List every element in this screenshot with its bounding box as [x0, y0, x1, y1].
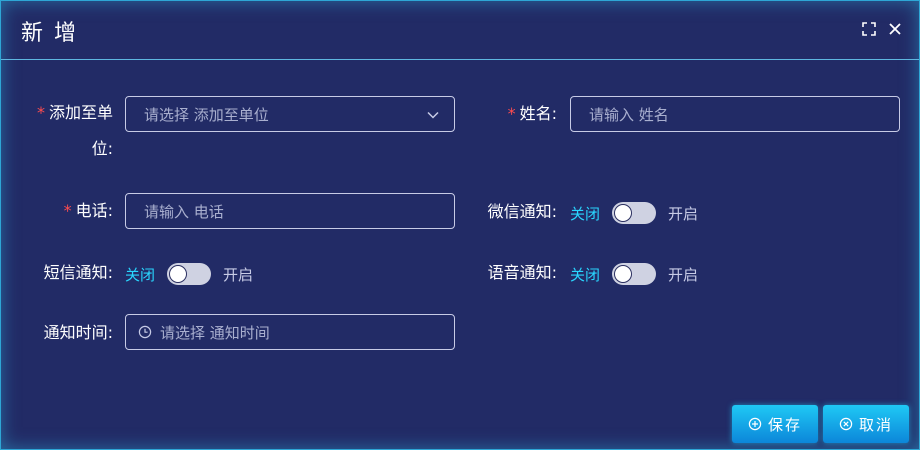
name-label-text: 姓名: — [519, 104, 557, 123]
sms-notice-toggle-group: 关闭 开启 — [125, 262, 253, 286]
sms-on-label: 开启 — [223, 265, 254, 284]
sms-notice-label: 短信通知: — [43, 263, 113, 282]
dialog-header: 新 增 — [1, 1, 919, 60]
notice-time-picker[interactable]: 请选择 通知时间 — [125, 314, 455, 350]
save-button-label: 保存 — [767, 415, 802, 434]
sms-off-label: 关闭 — [125, 265, 156, 284]
required-mark: * — [36, 103, 45, 122]
sms-notice-switch[interactable] — [167, 263, 212, 285]
cancel-button[interactable]: 取消 — [823, 405, 909, 443]
phone-label: * 电话: — [35, 201, 113, 221]
save-button[interactable]: 保存 — [732, 405, 818, 443]
dialog-title: 新 增 — [21, 21, 78, 46]
voice-off-label: 关闭 — [570, 265, 601, 284]
notice-time-placeholder: 请选择 通知时间 — [160, 323, 270, 342]
notice-time-label: 通知时间: — [43, 323, 113, 342]
voice-on-label: 开启 — [668, 265, 699, 284]
voice-notice-toggle-group: 关闭 开启 — [570, 262, 698, 286]
required-mark: * — [63, 201, 72, 220]
fullscreen-icon[interactable] — [861, 21, 877, 37]
unit-select[interactable]: 请选择 添加至单位 — [125, 96, 455, 132]
voice-notice-label: 语音通知: — [487, 263, 557, 282]
switch-knob — [169, 265, 188, 283]
name-label: * 姓名: — [481, 104, 557, 124]
switch-knob — [614, 204, 633, 222]
plus-circle-icon — [748, 417, 762, 431]
phone-input-placeholder: 请输入 电话 — [144, 202, 224, 221]
close-circle-icon — [839, 417, 853, 431]
cancel-button-label: 取消 — [858, 415, 893, 434]
unit-select-placeholder: 请选择 添加至单位 — [144, 105, 269, 124]
add-dialog: 新 增 * 添加至单 位: 请选择 添加至单位 * 姓名: 请输入 姓名 * 电话: … — [0, 0, 920, 450]
unit-label-line2: 位: — [91, 139, 113, 158]
phone-label-text: 电话: — [75, 201, 113, 220]
unit-label-line1: 添加至单 — [48, 103, 113, 122]
switch-knob — [614, 265, 633, 283]
voice-notice-switch[interactable] — [612, 263, 657, 285]
name-input-placeholder: 请输入 姓名 — [589, 105, 669, 124]
name-input[interactable]: 请输入 姓名 — [570, 96, 900, 132]
clock-icon — [138, 325, 152, 339]
wechat-notice-label: 微信通知: — [487, 202, 557, 221]
wechat-off-label: 关闭 — [570, 204, 601, 223]
wechat-on-label: 开启 — [668, 204, 699, 223]
wechat-notice-toggle-group: 关闭 开启 — [570, 201, 698, 225]
required-mark: * — [507, 104, 516, 123]
close-icon[interactable] — [887, 21, 903, 37]
phone-input[interactable]: 请输入 电话 — [125, 193, 455, 229]
wechat-notice-switch[interactable] — [612, 202, 657, 224]
chevron-down-icon — [426, 107, 440, 121]
unit-label: * 添加至单 位: — [35, 103, 113, 159]
